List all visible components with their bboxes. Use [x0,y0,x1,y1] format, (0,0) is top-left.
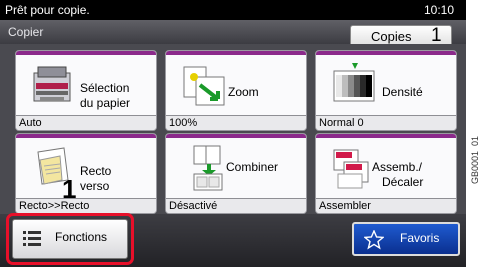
paper-selection-label: Sélection [80,81,130,95]
tile-status: Auto [16,115,156,130]
favoris-label: Favoris [400,231,440,245]
copies-label: Copies [371,29,412,44]
density-tile[interactable]: Densité Normal 0 [315,50,457,131]
tile-accent [316,51,456,55]
collate-label-2: Décaler [382,175,424,189]
tile-label: Assemb./Décaler [372,160,423,190]
collate-tile[interactable]: Assemb./Décaler Assembler [315,133,457,214]
tile-status: Recto>>Recto [16,198,156,213]
favoris-button[interactable]: Favoris [352,222,460,256]
combine-label: Combiner [226,160,279,174]
paper-selection-label-2: du papier [80,96,131,110]
collate-icon [333,149,369,189]
figure-code: GB0001_01 [470,135,478,184]
tile-accent [16,51,156,55]
tile-accent [166,51,306,55]
tile-accent [16,134,156,138]
combine-icon [193,145,223,191]
duplex-label: Recto [80,164,112,178]
paper-tray-icon [33,66,71,102]
callout-highlight [6,213,134,265]
tile-accent [166,134,306,138]
collate-label: Assemb./ [372,160,423,174]
callout-number: 1 [62,174,77,204]
tile-status: Assembler [316,198,456,213]
tile-status: 100% [166,115,306,130]
status-time: 10:10 [423,3,454,17]
status-bar: Prêt pour copie. 10:10 [0,0,466,20]
tile-status: Désactivé [166,198,306,213]
duplex-tile[interactable]: Recto verso Recto>>Recto [15,133,157,214]
status-message: Prêt pour copie. [5,3,90,17]
tile-label: Sélection du papier [80,81,130,111]
tile-status: Normal 0 [316,115,456,130]
zoom-label: Zoom [228,85,259,99]
tile-accent [316,134,456,138]
zoom-icon [183,66,225,106]
page-title: Copier [8,25,44,39]
tile-label: Recto verso [80,164,111,194]
combine-tile[interactable]: Combiner Désactivé [165,133,307,214]
zoom-tile[interactable]: Zoom 100% [165,50,307,131]
density-label: Densité [382,85,423,99]
star-icon [364,230,384,250]
paper-selection-tile[interactable]: Sélection du papier Auto [15,50,157,131]
density-icon [333,63,375,102]
duplex-label-2: verso [80,179,110,193]
